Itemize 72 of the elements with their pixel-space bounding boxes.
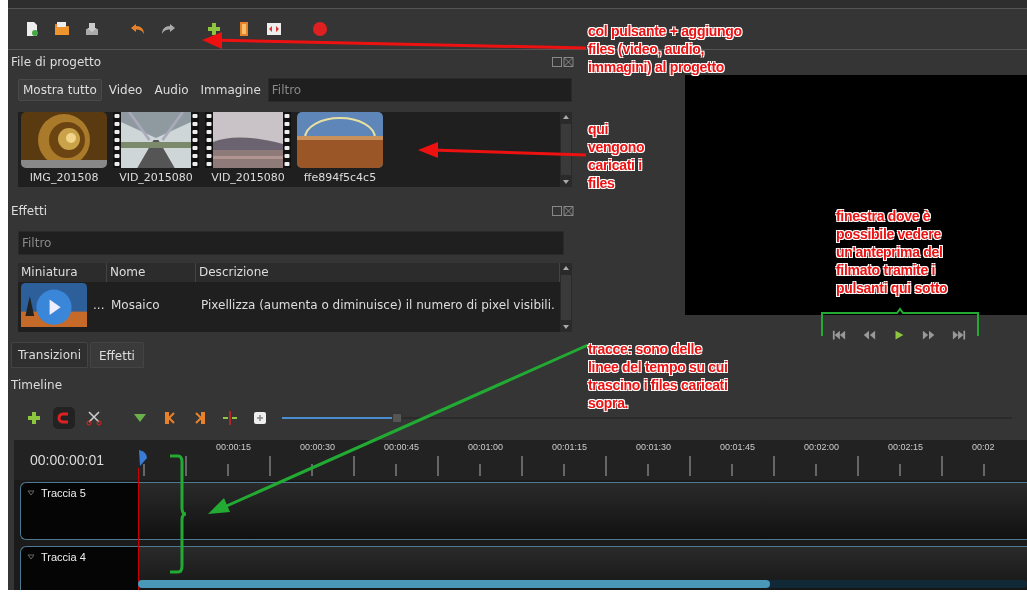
- table-cell-text: Pixellizza (aumenta o diminuisce) il numero di pixel visibili.: [200, 297, 556, 312]
- annotation: tracce: sono delle linee del tempo su cui trascino i files caricati sopra.: [588, 340, 728, 412]
- save-icon[interactable]: [84, 21, 100, 37]
- track-name: Traccia 5: [41, 487, 86, 499]
- annotation: finestra dove è possibile vedere un'anteprima del filmato tramite i pulsanti qui sotto: [836, 207, 949, 297]
- tab[interactable]: Effetti: [89, 342, 144, 368]
- dock-buttons-icon[interactable]: [552, 56, 574, 67]
- ruler-label: 00:00:30: [300, 442, 336, 452]
- scroll-down-icon[interactable]: [562, 179, 570, 186]
- table-cell-text: Mosaico: [110, 297, 161, 312]
- center-playhead-icon[interactable]: [222, 410, 238, 426]
- add-track-icon[interactable]: [26, 410, 42, 426]
- scroll-up-icon[interactable]: [562, 264, 570, 271]
- collapse-icon[interactable]: [27, 490, 35, 496]
- file-name: IMG_201508: [29, 169, 99, 185]
- panel-title: File di progetto: [11, 54, 102, 69]
- rewind-icon[interactable]: [862, 330, 876, 340]
- scrollbar[interactable]: [138, 580, 1027, 588]
- scroll-down-icon[interactable]: [562, 324, 570, 330]
- playhead-icon[interactable]: [138, 450, 148, 466]
- panel-title: Timeline: [11, 378, 63, 392]
- annotation: col pulsante + aggiungo files (video, audio, immagini) al progetto: [588, 22, 743, 76]
- filter-field[interactable]: Filtro: [267, 77, 572, 102]
- magnet-icon[interactable]: [56, 410, 72, 426]
- scissors-icon[interactable]: [86, 410, 102, 426]
- ruler-label: 00:00:15: [216, 442, 252, 452]
- column-header[interactable]: Miniatura: [18, 262, 107, 282]
- folder-icon[interactable]: [54, 21, 70, 37]
- filter-field[interactable]: Filtro: [18, 230, 564, 255]
- tab[interactable]: Transizioni: [11, 342, 88, 368]
- ruler-label: 00:01:30: [636, 442, 672, 452]
- track[interactable]: Traccia 5: [20, 482, 1027, 540]
- track-name: Traccia 4: [41, 551, 86, 563]
- filter-tab[interactable]: Video: [103, 78, 148, 101]
- collapse-icon[interactable]: [27, 554, 35, 560]
- slider-handle[interactable]: [391, 413, 402, 423]
- next-marker-icon[interactable]: [192, 410, 208, 426]
- scroll-up-icon[interactable]: [562, 113, 570, 120]
- film-strip-icon: [191, 111, 199, 168]
- scrollbar[interactable]: [560, 111, 572, 188]
- zoom-icon[interactable]: [252, 410, 268, 426]
- fast-forward-icon[interactable]: [922, 330, 936, 340]
- ruler-label: 00:01:00: [468, 442, 504, 452]
- filter-tab[interactable]: Immagine: [195, 78, 266, 101]
- film-strip-icon: [283, 111, 291, 168]
- file-name: VID_2015080: [119, 169, 193, 185]
- filter-tab[interactable]: Audio: [149, 78, 194, 101]
- film-strip-icon: [205, 111, 213, 168]
- ruler-label: 00:01:15: [552, 442, 588, 452]
- add-icon[interactable]: [206, 21, 222, 37]
- annotation: qui vengono caricati i files: [588, 120, 646, 192]
- skip-end-icon[interactable]: [952, 330, 966, 340]
- time-display: 00:00:00:01: [30, 452, 104, 468]
- dock-buttons-icon[interactable]: [552, 205, 574, 216]
- ruler-label: 00:01:45: [720, 442, 756, 452]
- ruler-label: 00:02: [972, 442, 995, 452]
- panel-title: Effetti: [11, 203, 47, 218]
- ruler-label: 00:00:45: [384, 442, 420, 452]
- scrollbar[interactable]: [560, 262, 572, 332]
- previous-marker-icon[interactable]: [162, 410, 178, 426]
- table-cell: ...: [93, 297, 105, 312]
- ruler-label: 00:02:15: [888, 442, 924, 452]
- ruler-label: 00:02:00: [804, 442, 840, 452]
- fullscreen-icon[interactable]: [266, 21, 282, 37]
- file-name: VID_2015080: [211, 169, 285, 185]
- file-name: ffe894f5c4c5: [303, 169, 377, 185]
- column-header[interactable]: Nome: [107, 262, 196, 282]
- new-file-icon[interactable]: [24, 21, 40, 37]
- film-strip-icon: [113, 111, 121, 168]
- skip-start-icon[interactable]: [832, 330, 846, 340]
- record-icon[interactable]: [312, 21, 328, 37]
- filter-tab[interactable]: Mostra tutto: [18, 78, 102, 101]
